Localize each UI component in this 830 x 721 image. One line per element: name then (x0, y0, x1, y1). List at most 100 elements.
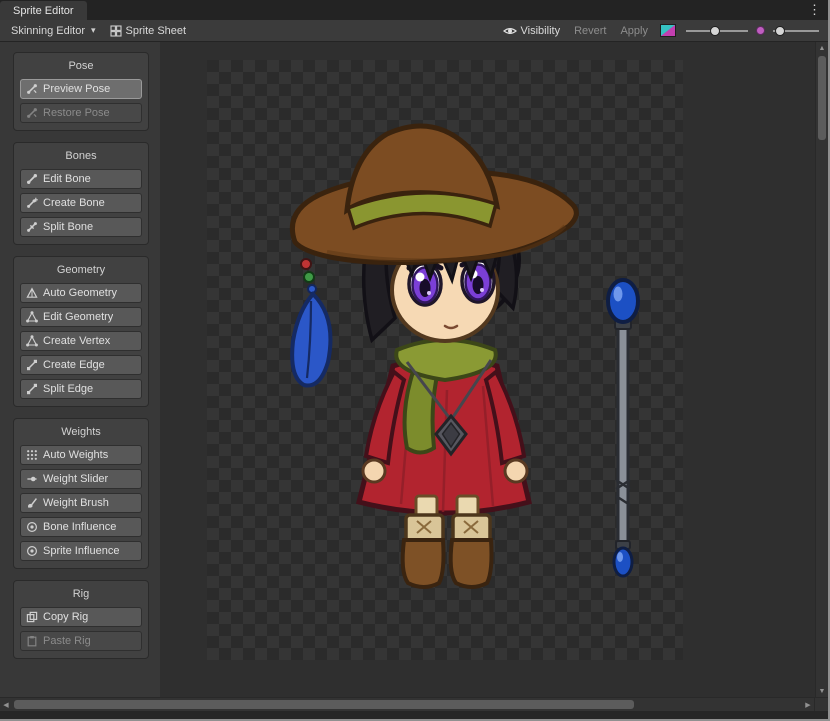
revert-button[interactable]: Revert (567, 20, 613, 41)
kebab-menu-icon[interactable]: ⋮ (808, 2, 821, 17)
weight-slider-button[interactable]: Weight Slider (20, 469, 142, 489)
horizontal-scroll-track[interactable] (12, 698, 802, 711)
visibility-toggle[interactable]: Visibility (496, 20, 568, 41)
button-label: Sprite Influence (43, 545, 119, 557)
edit-geometry-button[interactable]: Edit Geometry (20, 307, 142, 327)
bone-influence-icon (26, 521, 38, 533)
button-label: Create Edge (43, 359, 105, 371)
slider-knob[interactable] (775, 26, 785, 36)
sprite-sheet-button[interactable]: Sprite Sheet (103, 20, 194, 41)
paste-rig-button[interactable]: Paste Rig (20, 631, 142, 651)
sprite-canvas[interactable] (160, 42, 815, 697)
sprite-influence-icon (26, 545, 38, 557)
preview-pose-icon (26, 83, 38, 95)
tab-label: Sprite Editor (13, 5, 74, 17)
panel-bones: Bones Edit Bone Create Bone Split Bone (13, 142, 149, 245)
button-label: Create Bone (43, 197, 105, 209)
horizontal-scroll-thumb[interactable] (14, 700, 634, 709)
apply-label: Apply (620, 25, 648, 37)
main-area: Pose Preview Pose Restore Pose Bones Edi… (0, 42, 828, 697)
staff-sprite[interactable] (608, 280, 638, 576)
toolbar: Skinning Editor ▾ Sprite Sheet Visibilit… (0, 20, 828, 42)
button-label: Weight Slider (43, 473, 108, 485)
sprite-artwork (207, 60, 683, 660)
mesh-opacity-slider[interactable] (686, 25, 748, 37)
weight-brush-icon (26, 497, 38, 509)
create-edge-icon (26, 359, 38, 371)
edit-geometry-icon (26, 311, 38, 323)
panel-title: Bones (17, 150, 145, 162)
auto-geometry-icon (26, 287, 38, 299)
button-label: Auto Geometry (43, 287, 117, 299)
button-label: Preview Pose (43, 83, 110, 95)
scroll-left-icon[interactable]: ◀ (0, 701, 12, 709)
split-bone-icon (26, 221, 38, 233)
sprite-editor-window: Sprite Editor ⋮ Skinning Editor ▾ Sprite… (0, 0, 830, 721)
button-label: Bone Influence (43, 521, 116, 533)
scroll-down-icon[interactable]: ▼ (816, 685, 828, 697)
button-label: Create Vertex (43, 335, 110, 347)
vertical-scrollbar[interactable]: ▲ ▼ (815, 42, 828, 697)
edit-bone-icon (26, 173, 38, 185)
vertical-scroll-thumb[interactable] (818, 56, 826, 140)
create-vertex-button[interactable]: Create Vertex (20, 331, 142, 351)
sprite-sheet-label: Sprite Sheet (126, 25, 187, 37)
button-label: Split Bone (43, 221, 93, 233)
apply-button[interactable]: Apply (613, 20, 655, 41)
button-label: Copy Rig (43, 611, 88, 623)
character-sprite[interactable] (292, 126, 576, 587)
vertical-scroll-track[interactable] (816, 54, 828, 685)
sprite-sheet-icon (110, 25, 122, 37)
panel-geometry: Geometry Auto Geometry Edit Geometry Cre… (13, 256, 149, 407)
edit-bone-button[interactable]: Edit Bone (20, 169, 142, 189)
button-label: Edit Bone (43, 173, 91, 185)
button-label: Auto Weights (43, 449, 108, 461)
tab-sprite-editor[interactable]: Sprite Editor (0, 1, 87, 20)
split-bone-button[interactable]: Split Bone (20, 217, 142, 237)
button-label: Edit Geometry (43, 311, 113, 323)
window-bottom-strip (0, 711, 828, 719)
horizontal-scrollbar-row: ◀ ▶ (0, 697, 828, 711)
create-bone-button[interactable]: Create Bone (20, 193, 142, 213)
auto-geometry-button[interactable]: Auto Geometry (20, 283, 142, 303)
restore-pose-button[interactable]: Restore Pose (20, 103, 142, 123)
button-label: Restore Pose (43, 107, 110, 119)
button-label: Split Edge (43, 383, 93, 395)
split-edge-button[interactable]: Split Edge (20, 379, 142, 399)
copy-rig-button[interactable]: Copy Rig (20, 607, 142, 627)
horizontal-scrollbar[interactable]: ◀ ▶ (0, 698, 814, 711)
weight-slider-icon (26, 473, 38, 485)
panel-weights: Weights Auto Weights Weight Slider Weigh… (13, 418, 149, 569)
bone-opacity-slider[interactable] (773, 25, 819, 37)
visibility-label: Visibility (521, 25, 561, 37)
auto-weights-button[interactable]: Auto Weights (20, 445, 142, 465)
scroll-right-icon[interactable]: ▶ (802, 701, 814, 709)
button-label: Weight Brush (43, 497, 109, 509)
button-label: Paste Rig (43, 635, 91, 647)
auto-weights-icon (26, 449, 38, 461)
sprite-texture-area[interactable] (207, 60, 683, 660)
revert-label: Revert (574, 25, 606, 37)
copy-rig-icon (26, 611, 38, 623)
panel-rig: Rig Copy Rig Paste Rig (13, 580, 149, 659)
weight-brush-button[interactable]: Weight Brush (20, 493, 142, 513)
bone-influence-button[interactable]: Bone Influence (20, 517, 142, 537)
panel-pose: Pose Preview Pose Restore Pose (13, 52, 149, 131)
panel-title: Geometry (17, 264, 145, 276)
eye-icon (503, 26, 517, 36)
create-edge-button[interactable]: Create Edge (20, 355, 142, 375)
overlay-color-icon[interactable] (660, 24, 676, 37)
tab-bar: Sprite Editor ⋮ (0, 0, 828, 20)
skinning-editor-dropdown[interactable]: Skinning Editor ▾ (4, 20, 103, 41)
sprite-influence-button[interactable]: Sprite Influence (20, 541, 142, 561)
create-vertex-icon (26, 335, 38, 347)
chevron-down-icon: ▾ (91, 25, 96, 36)
panel-title: Rig (17, 588, 145, 600)
split-edge-icon (26, 383, 38, 395)
preview-pose-button[interactable]: Preview Pose (20, 79, 142, 99)
scroll-up-icon[interactable]: ▲ (816, 42, 828, 54)
scrollbar-corner (814, 698, 828, 711)
create-bone-icon (26, 197, 38, 209)
slider-knob[interactable] (710, 26, 720, 36)
bone-color-dot[interactable] (756, 26, 765, 35)
